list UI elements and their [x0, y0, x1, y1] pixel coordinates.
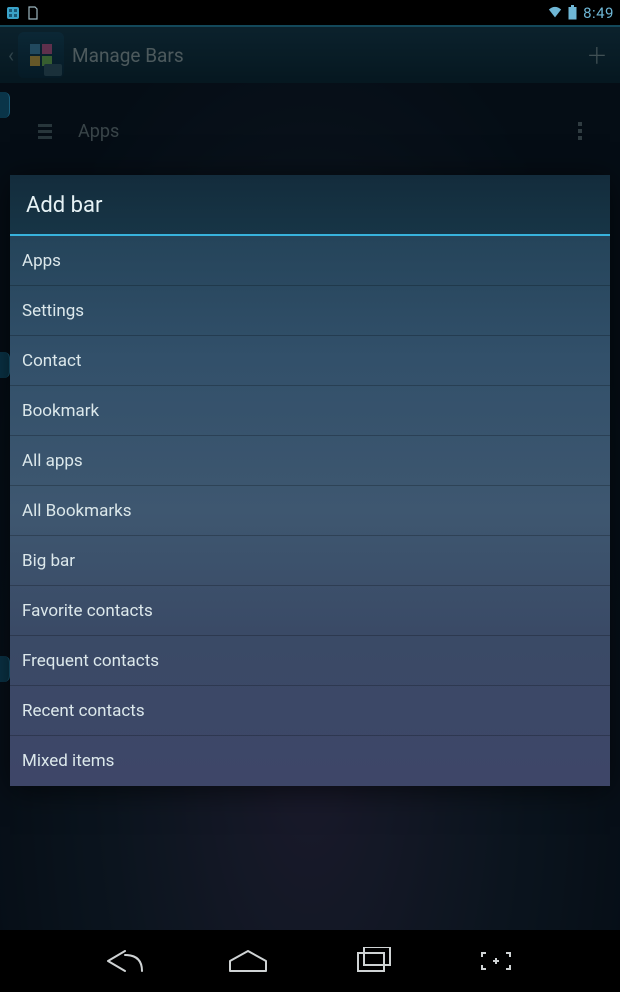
edge-handle[interactable]	[0, 656, 10, 682]
dialog-item-label: Favorite contacts	[22, 601, 153, 621]
device-frame: 8:49 ‹ Manage Bars + Apps Add bar	[0, 0, 620, 992]
nav-back-icon	[100, 947, 148, 975]
wifi-icon	[548, 6, 562, 20]
dialog-item-label: Big bar	[22, 551, 75, 571]
dialog-item-label: All apps	[22, 451, 83, 471]
dialog-item-settings[interactable]: Settings	[10, 286, 610, 336]
battery-icon	[568, 5, 577, 20]
nav-back-button[interactable]	[94, 943, 154, 979]
dialog-item-label: Contact	[22, 351, 81, 371]
dialog-item-bookmark[interactable]: Bookmark	[10, 386, 610, 436]
dialog-item-label: Settings	[22, 301, 84, 321]
app-notification-icon	[6, 6, 20, 20]
dialog-item-all-bookmarks[interactable]: All Bookmarks	[10, 486, 610, 536]
dialog-item-frequent-contacts[interactable]: Frequent contacts	[10, 636, 610, 686]
nav-home-icon	[224, 947, 272, 975]
dialog-item-apps[interactable]: Apps	[10, 236, 610, 286]
dialog-item-label: Mixed items	[22, 751, 114, 771]
dialog-item-label: Recent contacts	[22, 701, 145, 721]
dialog-item-contact[interactable]: Contact	[10, 336, 610, 386]
dialog-item-mixed-items[interactable]: Mixed items	[10, 736, 610, 786]
status-clock: 8:49	[583, 4, 614, 22]
nav-screenshot-button[interactable]	[466, 943, 526, 979]
dialog-item-big-bar[interactable]: Big bar	[10, 536, 610, 586]
sd-card-icon	[26, 6, 40, 20]
add-bar-dialog: Add bar Apps Settings Contact Bookmark A…	[10, 175, 610, 786]
dialog-item-recent-contacts[interactable]: Recent contacts	[10, 686, 610, 736]
dialog-list: Apps Settings Contact Bookmark All apps …	[10, 236, 610, 786]
navigation-bar	[0, 930, 620, 992]
status-bar: 8:49	[0, 0, 620, 25]
nav-home-button[interactable]	[218, 943, 278, 979]
nav-screenshot-icon	[476, 947, 516, 975]
dialog-title: Add bar	[10, 175, 610, 236]
dialog-item-label: Frequent contacts	[22, 651, 159, 671]
edge-handle[interactable]	[0, 92, 10, 118]
nav-recent-button[interactable]	[342, 943, 402, 979]
dialog-item-all-apps[interactable]: All apps	[10, 436, 610, 486]
dialog-item-label: Apps	[22, 251, 61, 271]
edge-handle[interactable]	[0, 352, 10, 378]
nav-recent-icon	[348, 947, 396, 975]
dialog-item-favorite-contacts[interactable]: Favorite contacts	[10, 586, 610, 636]
dialog-item-label: Bookmark	[22, 401, 99, 421]
dialog-item-label: All Bookmarks	[22, 501, 131, 521]
